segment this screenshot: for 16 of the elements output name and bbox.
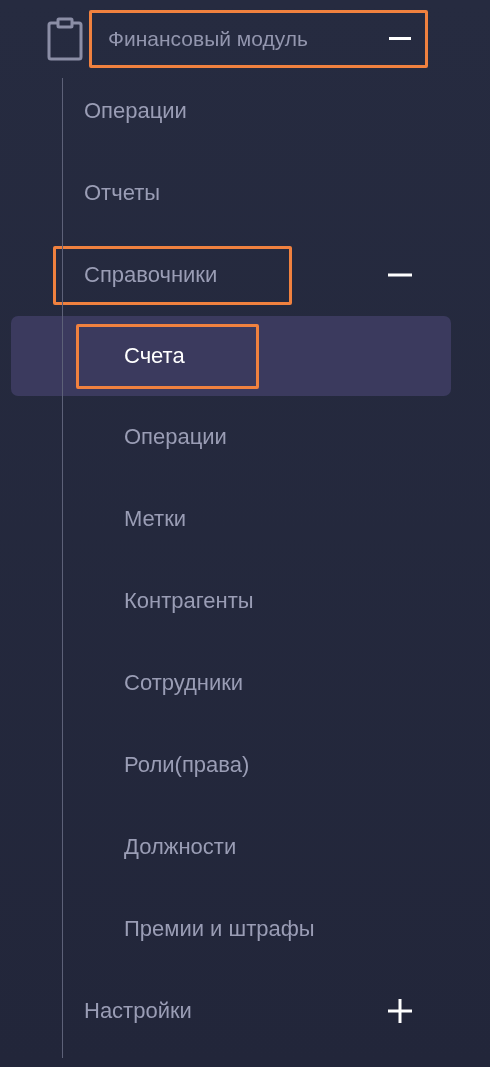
- submenu-item[interactable]: Премии и штрафы: [124, 916, 315, 942]
- module-title[interactable]: Финансовый модуль: [108, 27, 308, 51]
- toggle-icon[interactable]: [388, 999, 412, 1023]
- submenu-item[interactable]: Сотрудники: [124, 670, 244, 696]
- submenu-item[interactable]: Операции: [124, 424, 227, 450]
- menu-item[interactable]: Операции: [84, 98, 187, 124]
- selected-row[interactable]: Счета: [11, 316, 451, 396]
- submenu-item[interactable]: Должности: [124, 834, 237, 860]
- submenu-item[interactable]: Счета: [76, 323, 259, 389]
- submenu-item[interactable]: Контрагенты: [124, 588, 254, 614]
- submenu-item[interactable]: Метки: [124, 506, 187, 532]
- menu-item[interactable]: Настройки: [84, 998, 192, 1024]
- menu-item[interactable]: Справочники: [53, 245, 292, 305]
- menu-item[interactable]: Отчеты: [84, 180, 161, 206]
- submenu-item[interactable]: Роли(права): [124, 752, 250, 778]
- clipboard-icon: [47, 17, 83, 61]
